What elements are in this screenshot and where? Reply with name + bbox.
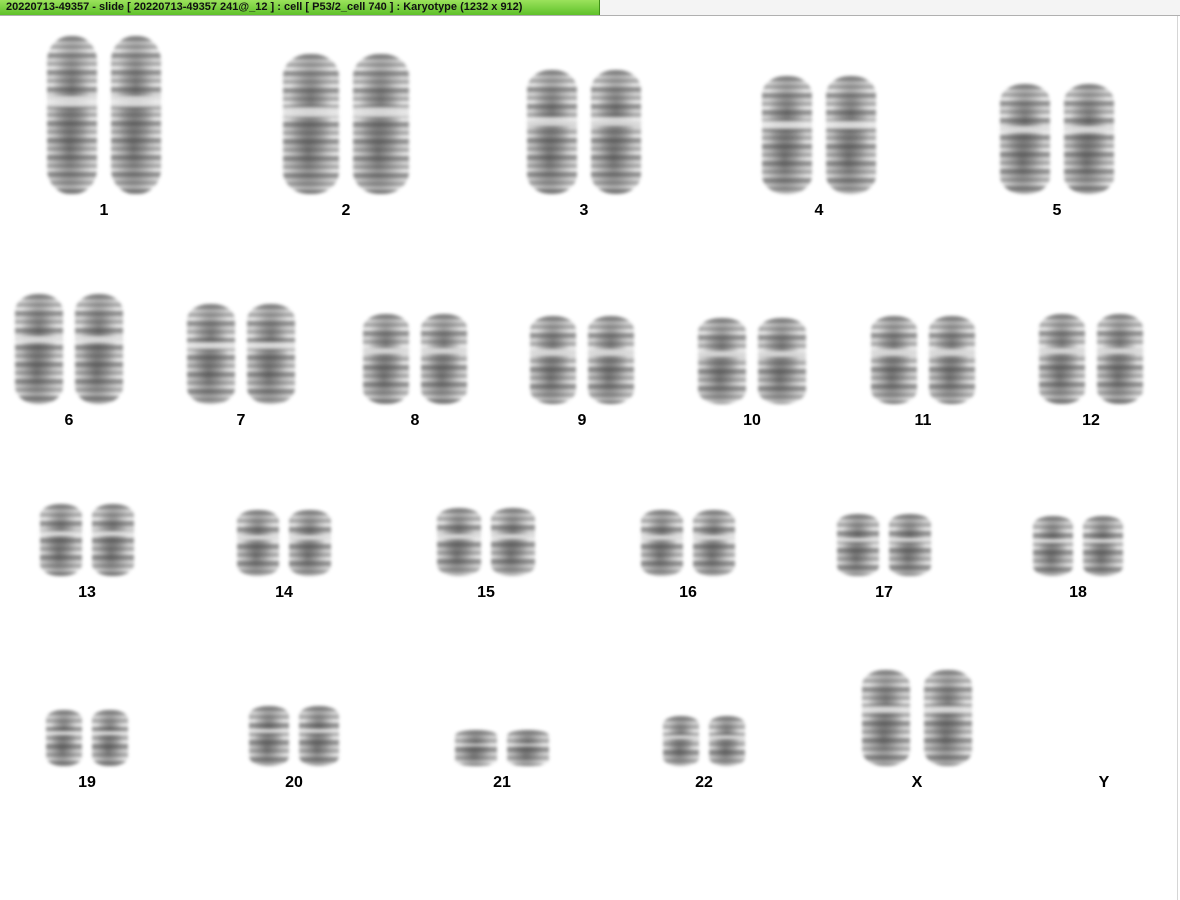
chromosome-label-9: 9	[577, 412, 587, 429]
chromosome-label-1: 1	[99, 202, 109, 219]
chromosome-9-homolog-1[interactable]	[530, 316, 576, 404]
chromosome-9-homolog-2[interactable]	[588, 316, 634, 404]
chromosome-16-homolog-1[interactable]	[641, 510, 683, 576]
chromosome-label-2: 2	[341, 202, 351, 219]
chromosome-4-homolog-1[interactable]	[762, 76, 812, 194]
chromosome-11-homolog-2[interactable]	[929, 316, 975, 404]
chromosome-19-homolog-2[interactable]	[92, 710, 128, 766]
chromosome-12-homolog-1[interactable]	[1039, 314, 1085, 404]
chromosome-label-10: 10	[743, 412, 761, 429]
window-title-tab[interactable]: 20220713-49357 - slide [ 20220713-49357 …	[0, 0, 600, 15]
chromosome-label-20: 20	[285, 774, 303, 791]
chromosome-17-homolog-2[interactable]	[889, 514, 931, 576]
chromosome-6-homolog-2[interactable]	[75, 294, 123, 404]
chromosome-15-homolog-2[interactable]	[491, 508, 535, 576]
chromosome-X-homolog-2[interactable]	[924, 670, 972, 766]
chromosome-label-4: 4	[814, 202, 824, 219]
chromosome-6-homolog-1[interactable]	[15, 294, 63, 404]
chromosome-8-homolog-2[interactable]	[421, 314, 467, 404]
chromosome-label-6: 6	[64, 412, 74, 429]
chromosome-label-19: 19	[78, 774, 96, 791]
chromosome-1-homolog-2[interactable]	[111, 36, 161, 194]
chromosome-label-18: 18	[1069, 584, 1087, 601]
chromosome-label-17: 17	[875, 584, 893, 601]
chromosome-10-homolog-2[interactable]	[758, 318, 806, 404]
chromosome-5-homolog-2[interactable]	[1064, 84, 1114, 194]
chromosome-label-22: 22	[695, 774, 713, 791]
chromosome-label-15: 15	[477, 584, 495, 601]
chromosome-12-homolog-2[interactable]	[1097, 314, 1143, 404]
chromosome-21-homolog-2[interactable]	[507, 730, 549, 766]
chromosome-18-homolog-2[interactable]	[1083, 516, 1123, 576]
chromosome-1-homolog-1[interactable]	[47, 36, 97, 194]
chromosome-13-homolog-1[interactable]	[40, 504, 82, 576]
chromosome-20-homolog-2[interactable]	[299, 706, 339, 766]
chromosome-18-homolog-1[interactable]	[1033, 516, 1073, 576]
chromosome-22-homolog-1[interactable]	[663, 716, 699, 766]
chromosome-label-7: 7	[236, 412, 246, 429]
chromosome-4-homolog-2[interactable]	[826, 76, 876, 194]
chromosome-14-homolog-2[interactable]	[289, 510, 331, 576]
chromosome-label-11: 11	[914, 412, 932, 429]
chromosome-13-homolog-2[interactable]	[92, 504, 134, 576]
window-right-border	[1177, 16, 1178, 900]
chromosome-21-homolog-1[interactable]	[455, 730, 497, 766]
chromosome-label-12: 12	[1082, 412, 1100, 429]
window-title-bar: 20220713-49357 - slide [ 20220713-49357 …	[0, 0, 1180, 16]
chromosome-17-homolog-1[interactable]	[837, 514, 879, 576]
chromosome-label-13: 13	[78, 584, 96, 601]
chromosome-10-homolog-1[interactable]	[698, 318, 746, 404]
chromosome-label-5: 5	[1052, 202, 1062, 219]
chromosome-15-homolog-1[interactable]	[437, 508, 481, 576]
chromosome-3-homolog-2[interactable]	[591, 70, 641, 194]
chromosome-2-homolog-1[interactable]	[283, 54, 339, 194]
karyogram-canvas: 1 2 3 4 5 6 7 8 9 10 11 12 13 14 15 16 17 18 19 20 21 22 X Y	[0, 16, 1177, 900]
chromosome-11-homolog-1[interactable]	[871, 316, 917, 404]
chromosome-label-Y: Y	[1098, 774, 1110, 791]
chromosome-8-homolog-1[interactable]	[363, 314, 409, 404]
chromosome-14-homolog-1[interactable]	[237, 510, 279, 576]
chromosome-label-21: 21	[493, 774, 511, 791]
chromosome-19-homolog-1[interactable]	[46, 710, 82, 766]
chromosome-3-homolog-1[interactable]	[527, 70, 577, 194]
chromosome-label-14: 14	[275, 584, 293, 601]
karyotype-window: 20220713-49357 - slide [ 20220713-49357 …	[0, 0, 1180, 900]
chromosome-22-homolog-2[interactable]	[709, 716, 745, 766]
chromosome-label-3: 3	[579, 202, 589, 219]
chromosome-5-homolog-1[interactable]	[1000, 84, 1050, 194]
chromosome-label-8: 8	[410, 412, 420, 429]
chromosome-20-homolog-1[interactable]	[249, 706, 289, 766]
chromosome-X-homolog-1[interactable]	[862, 670, 910, 766]
chromosome-label-16: 16	[679, 584, 697, 601]
chromosome-2-homolog-2[interactable]	[353, 54, 409, 194]
chromosome-7-homolog-2[interactable]	[247, 304, 295, 404]
chromosome-7-homolog-1[interactable]	[187, 304, 235, 404]
chromosome-16-homolog-2[interactable]	[693, 510, 735, 576]
chromosome-label-X: X	[911, 774, 923, 791]
